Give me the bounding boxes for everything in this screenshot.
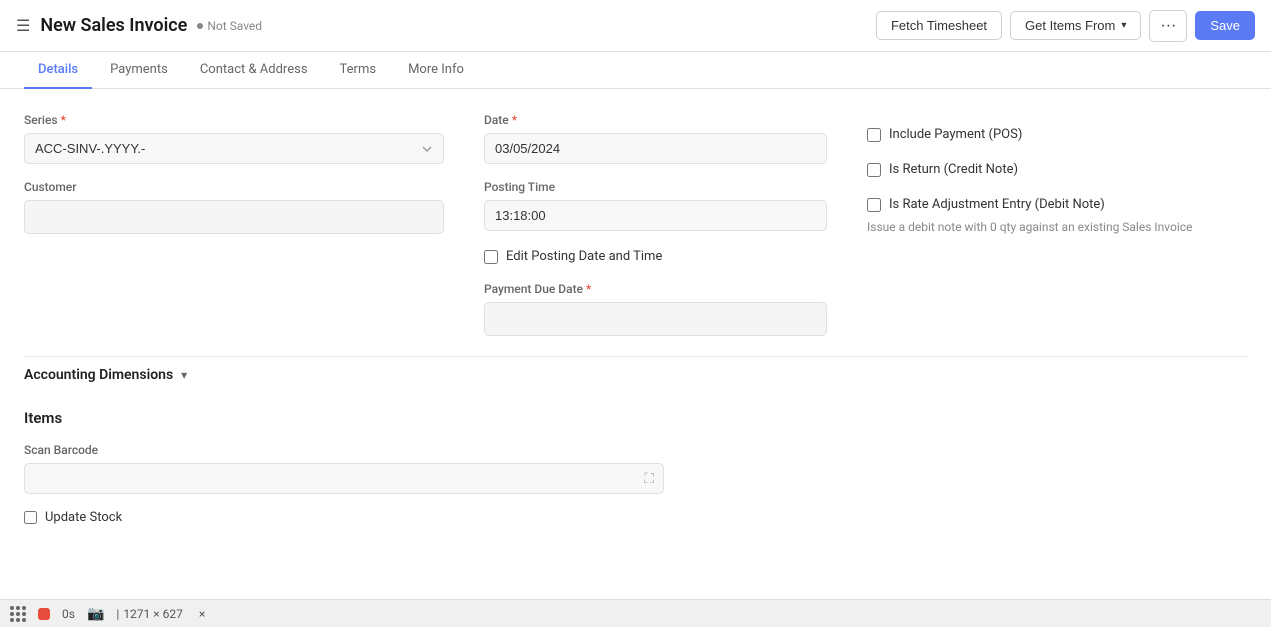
status-dimensions: | 1271 × 627 [116, 607, 183, 621]
update-stock-checkbox[interactable] [24, 511, 37, 524]
items-title: Items [24, 409, 1247, 427]
series-group: Series * ACC-SINV-.YYYY.- [24, 113, 444, 164]
customer-input[interactable] [24, 200, 444, 234]
header: ☰ New Sales Invoice Not Saved Fetch Time… [0, 0, 1271, 52]
posting-time-input[interactable] [484, 200, 827, 231]
items-section: Items Scan Barcode ⛶ Update Stock [24, 409, 1247, 525]
more-options-button[interactable]: ··· [1149, 10, 1187, 42]
scan-input-wrap: ⛶ [24, 463, 664, 494]
is-rate-adjustment-group: Is Rate Adjustment Entry (Debit Note) Is… [867, 191, 1247, 234]
accounting-dimensions-chevron: ▾ [181, 368, 187, 382]
scan-barcode-label: Scan Barcode [24, 443, 664, 457]
date-input[interactable] [484, 133, 827, 164]
status-timer: 0s [62, 607, 75, 621]
camera-icon: 📷 [87, 606, 104, 622]
date-group: Date * [484, 113, 827, 164]
payment-due-date-label: Payment Due Date * [484, 282, 827, 296]
fetch-timesheet-button[interactable]: Fetch Timesheet [876, 11, 1002, 40]
not-saved-label: Not Saved [207, 19, 262, 33]
posting-time-label: Posting Time [484, 180, 827, 194]
status-bar: 0s 📷 | 1271 × 627 × [0, 599, 1271, 627]
series-select[interactable]: ACC-SINV-.YYYY.- [24, 133, 444, 164]
left-column: Series * ACC-SINV-.YYYY.- Customer [24, 113, 444, 336]
status-close-button[interactable]: × [195, 607, 205, 621]
form-top-section: Series * ACC-SINV-.YYYY.- Customer Date … [24, 113, 1247, 336]
edit-posting-checkbox[interactable] [484, 250, 498, 264]
is-return-group: Is Return (Credit Note) [867, 156, 1247, 183]
scan-barcode-input[interactable] [24, 463, 664, 494]
include-payment-group: Include Payment (POS) [867, 121, 1247, 148]
hamburger-icon[interactable]: ☰ [16, 16, 30, 35]
right-column: Include Payment (POS) Is Return (Credit … [867, 113, 1247, 336]
posting-time-group: Posting Time [484, 180, 827, 231]
tab-payments[interactable]: Payments [96, 52, 182, 89]
payment-due-date-input[interactable] [484, 302, 827, 336]
is-return-label[interactable]: Is Return (Credit Note) [889, 162, 1018, 177]
header-left: ☰ New Sales Invoice Not Saved [16, 15, 864, 36]
debit-note-hint: Issue a debit note with 0 qty against an… [867, 220, 1247, 234]
tab-terms[interactable]: Terms [326, 52, 391, 89]
include-payment-label[interactable]: Include Payment (POS) [889, 127, 1022, 142]
tab-contact-address[interactable]: Contact & Address [186, 52, 322, 89]
customer-group: Customer [24, 180, 444, 234]
is-rate-adjustment-checkbox[interactable] [867, 198, 881, 212]
include-payment-checkbox[interactable] [867, 128, 881, 142]
save-button[interactable]: Save [1195, 11, 1255, 40]
payment-due-date-group: Payment Due Date * [484, 282, 827, 336]
edit-posting-date-group: Edit Posting Date and Time [484, 243, 827, 270]
not-saved-badge: Not Saved [197, 19, 262, 33]
grid-icon-item [10, 606, 26, 622]
header-right: Fetch Timesheet Get Items From ▾ ··· Sav… [876, 10, 1255, 42]
scan-barcode-group: Scan Barcode ⛶ [24, 443, 664, 494]
tab-details[interactable]: Details [24, 52, 92, 89]
scan-barcode-icon: ⛶ [644, 471, 654, 487]
close-icon[interactable]: × [199, 607, 205, 621]
update-stock-row: Update Stock [24, 510, 1247, 525]
middle-column: Date * Posting Time Edit Posting Date an… [484, 113, 827, 336]
series-required: * [61, 113, 66, 127]
status-red-dot [38, 608, 50, 620]
accounting-dimensions-header[interactable]: Accounting Dimensions ▾ [24, 356, 1247, 393]
accounting-dimensions-title: Accounting Dimensions [24, 367, 173, 383]
tab-more-info[interactable]: More Info [394, 52, 478, 89]
date-label: Date * [484, 113, 827, 127]
is-return-checkbox[interactable] [867, 163, 881, 177]
series-label: Series * [24, 113, 444, 127]
customer-label: Customer [24, 180, 444, 194]
unsaved-dot [197, 23, 203, 29]
edit-posting-label[interactable]: Edit Posting Date and Time [506, 249, 662, 264]
is-rate-adjustment-label[interactable]: Is Rate Adjustment Entry (Debit Note) [889, 197, 1105, 212]
update-stock-label[interactable]: Update Stock [45, 510, 122, 525]
chevron-down-icon: ▾ [1121, 20, 1126, 31]
main-content: Series * ACC-SINV-.YYYY.- Customer Date … [0, 89, 1271, 549]
get-items-from-button[interactable]: Get Items From ▾ [1010, 11, 1141, 40]
status-camera: 📷 [87, 606, 104, 622]
status-red-dot-item [38, 608, 50, 620]
page-title: New Sales Invoice [40, 15, 187, 36]
grid-icon [10, 606, 26, 622]
tabs: Details Payments Contact & Address Terms… [0, 52, 1271, 89]
